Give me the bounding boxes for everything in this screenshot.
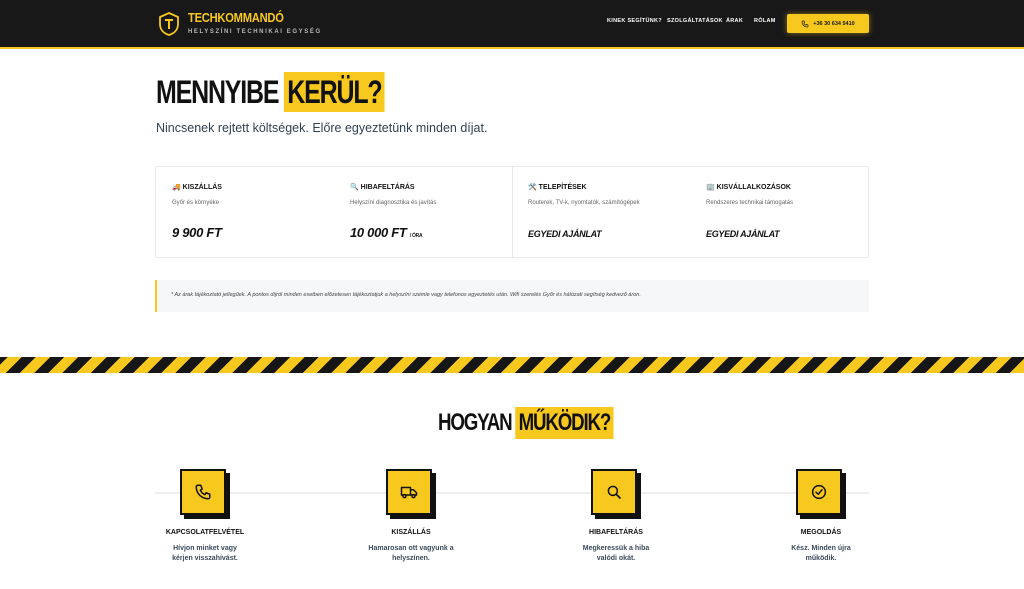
price-card-kiszallas: 🚚 KISZÁLLÁS Győr és környéke 9 900 FT: [156, 167, 334, 257]
shield-logo-icon[interactable]: [158, 12, 180, 36]
step-title: KISZÁLLÁS: [391, 529, 431, 536]
search-icon: [607, 485, 621, 499]
card-subtitle: Helyszíni diagnosztika és javítás: [350, 200, 437, 206]
card-price: EGYEDI AJÁNLAT: [706, 229, 780, 239]
how-title-plain: HOGYAN: [438, 409, 513, 436]
pricing-title-plain: MENNYIBE: [156, 74, 280, 110]
pricing-subtitle: Nincsenek rejtett költségek. Előre egyez…: [156, 121, 488, 135]
step-description: Megkeressük a hiba valódi okát.: [541, 544, 691, 564]
step-description: Hívjon minket vagy kérjen visszahívást.: [130, 544, 280, 564]
tools-emoji-icon: 🛠️: [528, 184, 537, 191]
price-cards: 🚚 KISZÁLLÁS Győr és környéke 9 900 FT 🔍 …: [155, 166, 869, 258]
site-header: TECHKOMMANDÓ HELYSZÍNI TECHNIKAI EGYSÉG …: [0, 0, 1024, 49]
pricing-title: MENNYIBE KERÜL?: [156, 72, 385, 112]
step-icon-box: [386, 469, 432, 515]
phone-icon: [801, 20, 809, 27]
step-icon-box: [180, 469, 226, 515]
brand-tagline: HELYSZÍNI TECHNIKAI EGYSÉG: [188, 29, 322, 35]
step-icon-box: [591, 469, 637, 515]
step-description-line: Kész. Minden újra: [791, 545, 851, 552]
step-description: Kész. Minden újra működik.: [746, 544, 896, 564]
card-title: 🔍 HIBAFELTÁRÁS: [350, 183, 415, 191]
phone-number: +36 30 634 5410: [813, 20, 855, 27]
hazard-stripe-divider: [0, 357, 1024, 373]
card-subtitle: Győr és környéke: [172, 200, 220, 206]
card-price: 10 000 FT / ÓRA: [350, 225, 423, 240]
card-title: 🛠️ TELEPÍTÉSEK: [528, 183, 587, 191]
card-price-value: 10 000 FT: [350, 225, 407, 240]
price-card-kisvallalkozasok: 🏢 KISVÁLLALKOZÁSOK Rendszeres technikai …: [690, 167, 868, 257]
step-description-line: helyszínen.: [392, 555, 430, 562]
how-it-works-title: HOGYAN MŰKÖDIK?: [438, 407, 614, 439]
card-subtitle: Rendszeres technikai támogatás: [706, 200, 794, 206]
steps-connector-line: [155, 492, 869, 494]
magnifier-emoji-icon: 🔍: [350, 184, 359, 191]
phone-cta-button[interactable]: +36 30 634 5410: [787, 14, 869, 33]
brand-name[interactable]: TECHKOMMANDÓ: [188, 10, 284, 25]
phone-icon: [195, 484, 211, 500]
card-price: 9 900 FT: [172, 225, 222, 240]
check-circle-icon: [811, 484, 827, 500]
pricing-title-highlight: KERÜL?: [284, 72, 385, 112]
step-title: KAPCSOLATFELVÉTEL: [165, 529, 245, 536]
price-card-telepitesek: 🛠️ TELEPÍTÉSEK Routerek, TV-k, nyomtatók…: [512, 167, 690, 257]
truck-icon: [400, 486, 418, 499]
nav-szolgaltatasok[interactable]: SZOLGÁLTATÁSOK: [667, 18, 723, 24]
step-description-line: kérjen visszahívást.: [172, 555, 238, 562]
card-title-text: HIBAFELTÁRÁS: [360, 184, 415, 191]
card-title-text: TELEPÍTÉSEK: [538, 184, 587, 191]
truck-emoji-icon: 🚚: [172, 184, 181, 191]
step-title: HIBAFELTÁRÁS: [589, 529, 643, 536]
card-subtitle: Routerek, TV-k, nyomtatók, számítógépek: [528, 200, 640, 206]
step-description-line: Hamarosan ott vagyunk a: [368, 545, 454, 552]
price-card-hibafeltaras: 🔍 HIBAFELTÁRÁS Helyszíni diagnosztika és…: [334, 167, 512, 257]
card-title-text: KISVÁLLALKOZÁSOK: [716, 184, 791, 191]
step-description-line: Hívjon minket vagy: [173, 545, 237, 552]
pricing-note: * Az árak tájékoztató jellegűek. A ponto…: [155, 280, 869, 312]
card-price-unit: / ÓRA: [409, 233, 423, 239]
step-title: MEGOLDÁS: [800, 529, 842, 536]
nav-rolam[interactable]: RÓLAM: [754, 18, 776, 24]
office-building-emoji-icon: 🏢: [706, 184, 715, 191]
step-icon-box: [796, 469, 842, 515]
step-description-line: működik.: [805, 555, 837, 562]
card-price: EGYEDI AJÁNLAT: [528, 229, 602, 239]
card-title: 🏢 KISVÁLLALKOZÁSOK: [706, 183, 791, 191]
nav-kinek-segitunk[interactable]: KINEK SEGÍTÜNK?: [607, 18, 662, 24]
card-title-text: KISZÁLLÁS: [182, 184, 222, 191]
card-title: 🚚 KISZÁLLÁS: [172, 183, 222, 191]
nav-arak[interactable]: ÁRAK: [726, 18, 743, 24]
how-title-highlight: MŰKÖDIK?: [515, 407, 614, 439]
step-description: Hamarosan ott vagyunk a helyszínen.: [336, 544, 486, 564]
step-description-line: valódi okát.: [596, 555, 636, 562]
step-description-line: Megkeressük a hiba: [582, 545, 650, 552]
